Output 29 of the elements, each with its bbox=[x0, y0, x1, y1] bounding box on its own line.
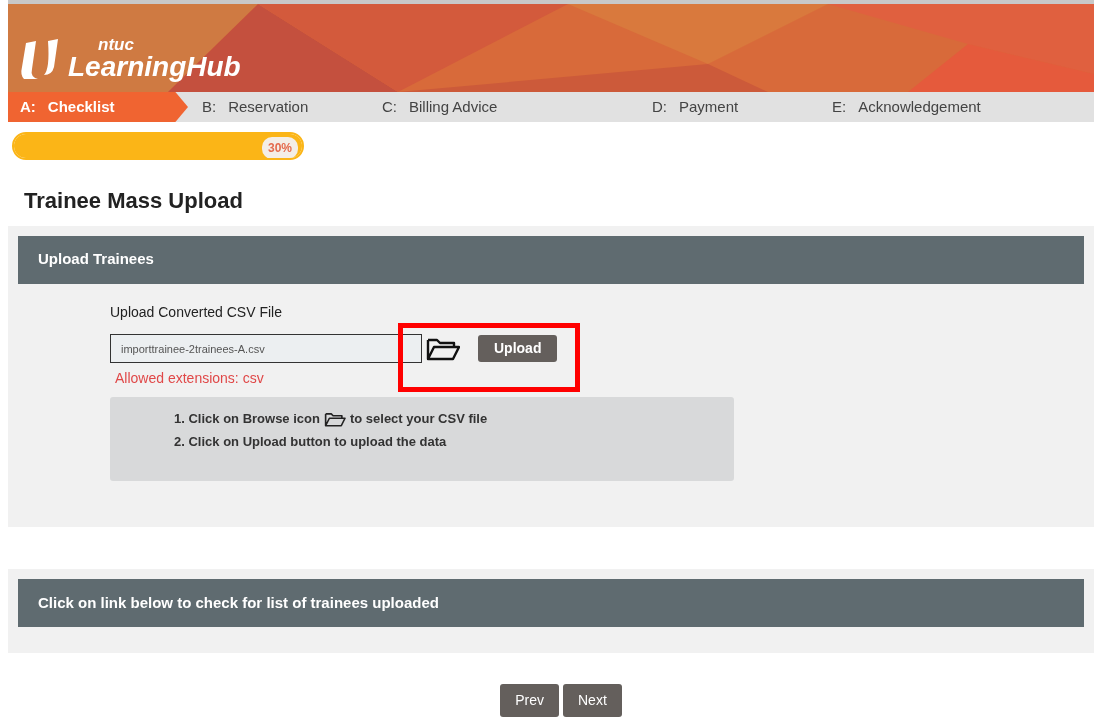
step-tab[interactable]: C: Billing Advice bbox=[368, 92, 638, 122]
folder-icon[interactable] bbox=[426, 336, 460, 361]
step-letter: A: bbox=[20, 96, 36, 117]
file-field[interactable]: importtrainee-2trainees-A.csv bbox=[110, 334, 422, 364]
field-label: Upload Converted CSV File bbox=[110, 303, 282, 323]
page-title: Trainee Mass Upload bbox=[24, 188, 244, 215]
nav-button[interactable]: Prev bbox=[500, 684, 559, 718]
step-label: Acknowledgement bbox=[858, 96, 981, 117]
panel-header: Upload Trainees bbox=[18, 236, 1084, 285]
hint-text: Allowed extensions: csv bbox=[115, 369, 264, 389]
logo-text: LearningHub bbox=[68, 53, 241, 81]
logo-text: ntuc bbox=[98, 36, 135, 53]
upload-button[interactable]: Upload bbox=[478, 335, 558, 363]
step-label: Checklist bbox=[47, 96, 115, 117]
step-letter: C: bbox=[382, 96, 397, 117]
step-tab[interactable]: B: Reservation bbox=[188, 92, 368, 122]
step-letter: B: bbox=[202, 96, 217, 117]
panel-header: Click on link below to check for list of trainees uploaded bbox=[18, 579, 1084, 628]
step-label: Billing Advice bbox=[409, 96, 498, 117]
step-letter: E: bbox=[832, 96, 847, 117]
nav-button[interactable]: Next bbox=[563, 684, 622, 718]
step-label: Payment bbox=[679, 96, 739, 117]
step-tab[interactable]: D: Payment bbox=[638, 92, 818, 122]
step-tab[interactable]: E: Acknowledgement bbox=[818, 92, 1038, 122]
step-letter: D: bbox=[652, 96, 667, 117]
instruction-text: to select your CSV file bbox=[349, 410, 488, 429]
instruction-text: 2. Click on Upload button to upload the data bbox=[174, 432, 447, 451]
instruction-text: 1. Click on Browse icon bbox=[174, 410, 320, 429]
step-label: Reservation bbox=[228, 96, 309, 117]
